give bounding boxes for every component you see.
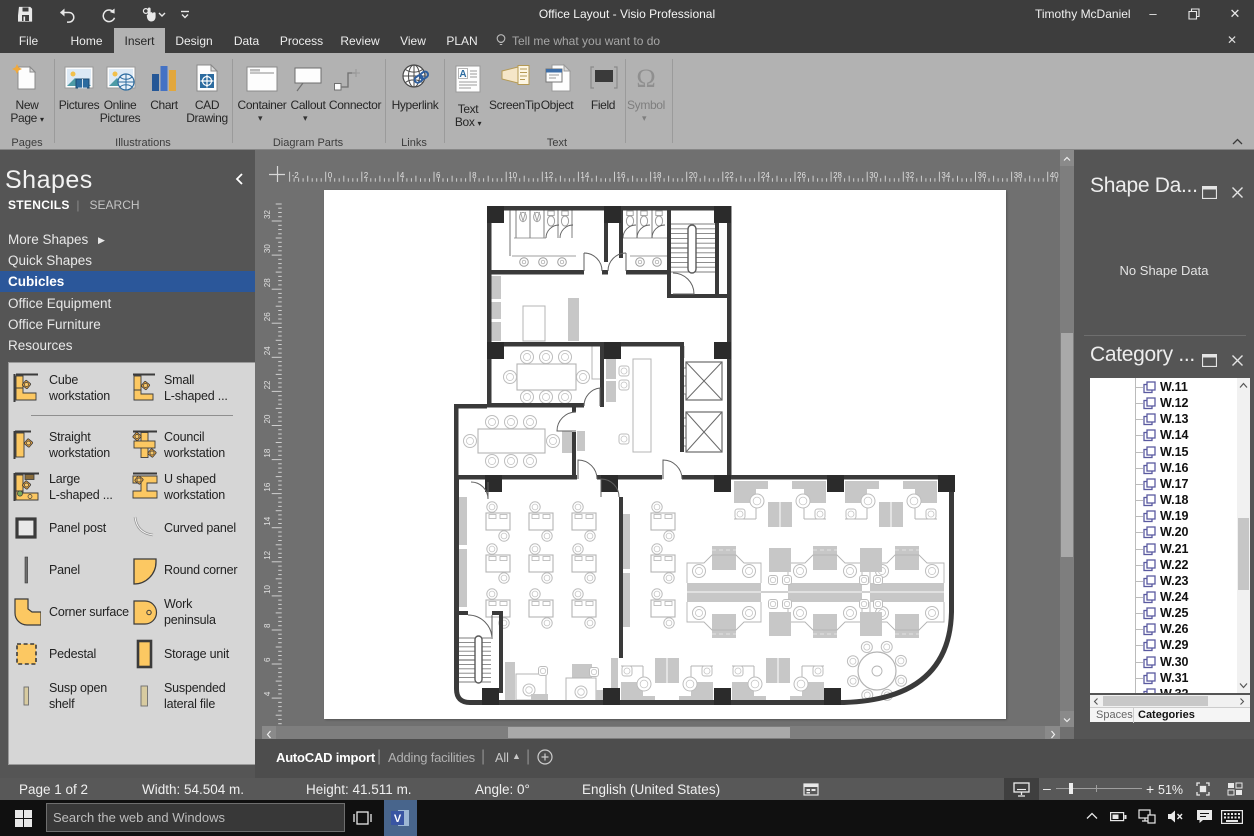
svg-text:24: 24	[263, 346, 272, 355]
svg-text:Ω: Ω	[636, 64, 655, 93]
svg-text:-2: -2	[292, 171, 300, 180]
svg-text:4: 4	[400, 171, 405, 180]
svg-text:30: 30	[263, 244, 272, 253]
svg-text:16: 16	[617, 171, 626, 180]
svg-text:26: 26	[797, 171, 806, 180]
svg-text:40: 40	[1050, 171, 1059, 180]
svg-text:0: 0	[328, 171, 333, 180]
svg-text:24: 24	[761, 171, 770, 180]
svg-text:32: 32	[263, 210, 272, 219]
svg-text:6: 6	[436, 171, 441, 180]
svg-text:10: 10	[263, 584, 272, 593]
svg-text:18: 18	[653, 171, 662, 180]
svg-text:22: 22	[725, 171, 734, 180]
svg-text:2: 2	[364, 171, 369, 180]
svg-text:18: 18	[263, 448, 272, 457]
svg-text:A: A	[459, 69, 466, 80]
svg-text:22: 22	[263, 380, 272, 389]
svg-text:6: 6	[263, 657, 272, 662]
svg-text:20: 20	[689, 171, 698, 180]
svg-text:20: 20	[263, 414, 272, 423]
svg-text:30: 30	[869, 171, 878, 180]
svg-text:8: 8	[472, 171, 477, 180]
svg-text:12: 12	[263, 550, 272, 559]
svg-text:16: 16	[263, 482, 272, 491]
svg-text:14: 14	[263, 516, 272, 525]
svg-text:28: 28	[263, 278, 272, 287]
svg-text:8: 8	[263, 623, 272, 628]
svg-text:38: 38	[1014, 171, 1023, 180]
svg-text:32: 32	[905, 171, 914, 180]
svg-text:4: 4	[263, 691, 272, 696]
svg-text:14: 14	[580, 171, 589, 180]
svg-text:34: 34	[941, 171, 950, 180]
svg-text:V: V	[394, 813, 402, 825]
svg-text:36: 36	[978, 171, 987, 180]
svg-text:28: 28	[833, 171, 842, 180]
svg-text:10: 10	[508, 171, 517, 180]
svg-text:12: 12	[544, 171, 553, 180]
svg-text:26: 26	[263, 312, 272, 321]
